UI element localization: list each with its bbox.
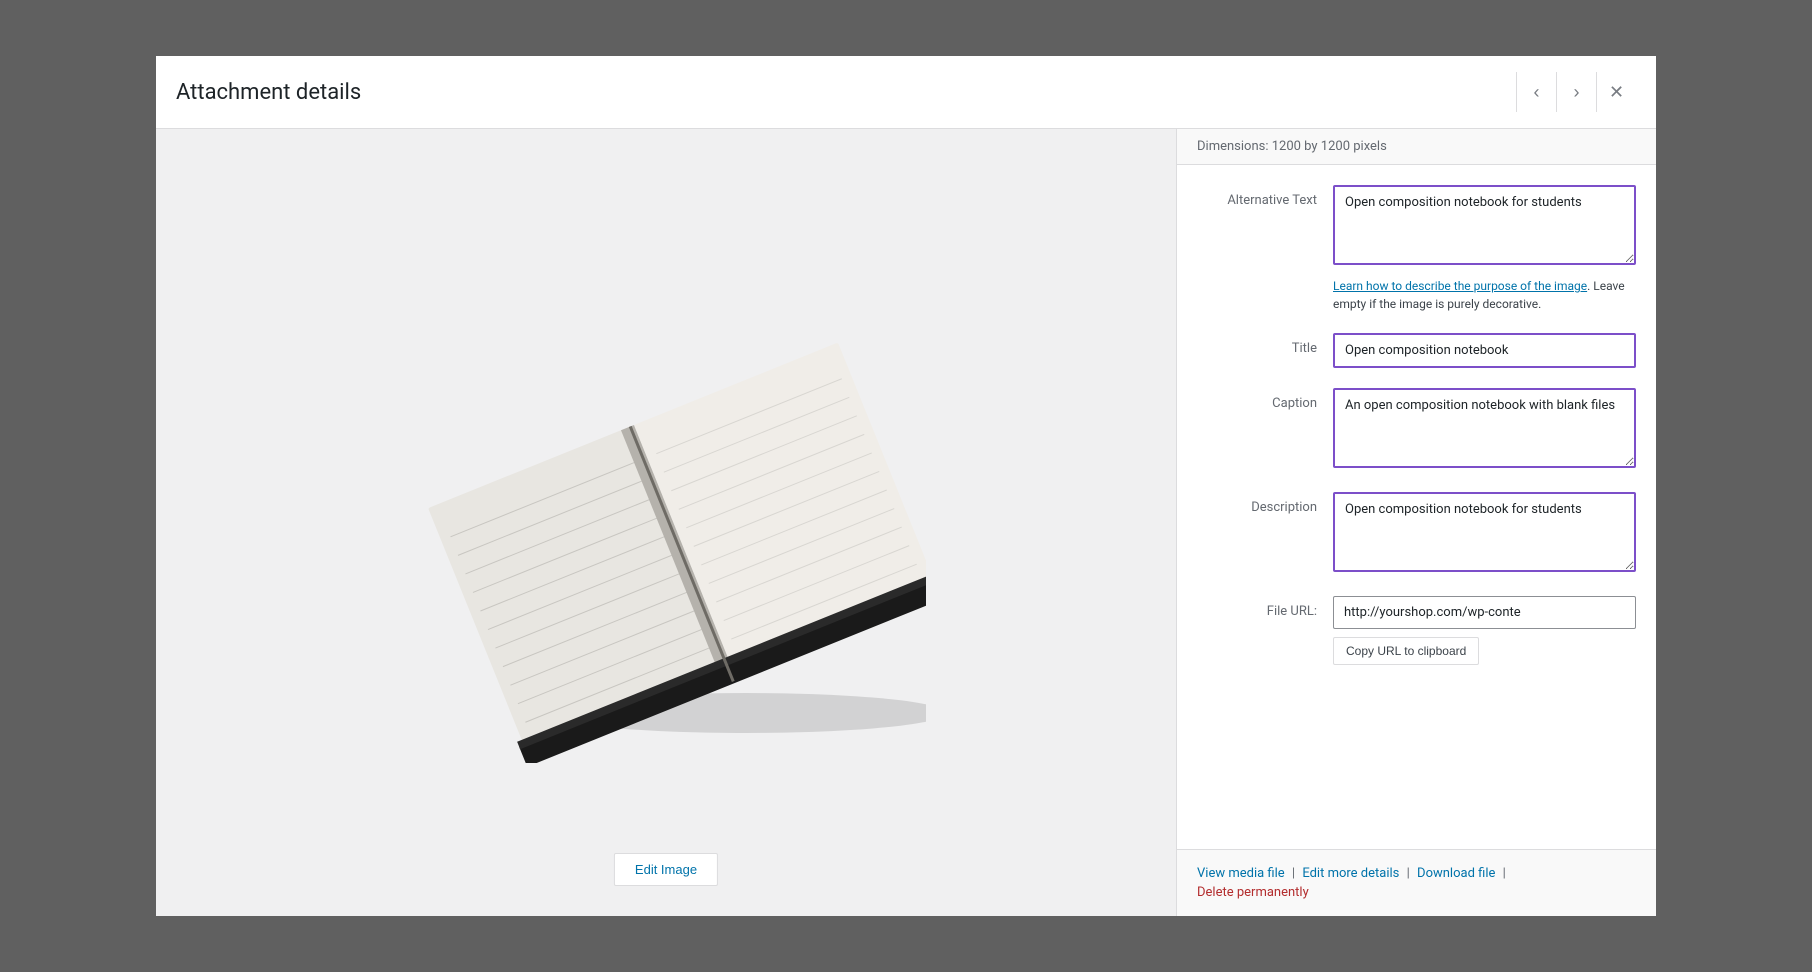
attachment-details-modal: Attachment details ‹ › ✕ (156, 56, 1656, 916)
title-row: Title (1197, 333, 1636, 368)
alt-text-help: Learn how to describe the purpose of the… (1333, 277, 1636, 313)
details-footer: View media file | Edit more details | Do… (1177, 849, 1656, 916)
alt-text-label: Alternative Text (1197, 185, 1317, 313)
alt-text-input[interactable]: Open composition notebook for students (1333, 185, 1636, 265)
image-panel: Edit Image (156, 129, 1176, 916)
dimensions-label: Dimensions: (1197, 139, 1269, 154)
next-button[interactable]: › (1556, 72, 1596, 112)
file-url-row: File URL: Copy URL to clipboard (1197, 596, 1636, 665)
caption-input[interactable]: An open composition notebook with blank … (1333, 388, 1636, 468)
edit-image-button[interactable]: Edit Image (614, 853, 718, 886)
dimensions-bar: Dimensions: 1200 by 1200 pixels (1177, 129, 1656, 165)
close-icon: ✕ (1609, 82, 1624, 103)
modal-body: Edit Image Dimensions: 1200 by 1200 pixe… (156, 129, 1656, 916)
title-input[interactable] (1333, 333, 1636, 368)
notebook-image (406, 283, 926, 763)
view-media-link[interactable]: View media file (1197, 866, 1285, 881)
description-label: Description (1197, 492, 1317, 576)
alt-text-help-link[interactable]: Learn how to describe the purpose of the… (1333, 279, 1587, 293)
notebook-svg (406, 283, 926, 763)
alt-text-field: Open composition notebook for students L… (1333, 185, 1636, 313)
alt-text-row: Alternative Text Open composition notebo… (1197, 185, 1636, 313)
separator-2: | (1407, 866, 1410, 881)
file-url-field: Copy URL to clipboard (1333, 596, 1636, 665)
description-row: Description Open composition notebook fo… (1197, 492, 1636, 576)
dimensions-value: 1200 by 1200 pixels (1272, 139, 1387, 154)
copy-url-button[interactable]: Copy URL to clipboard (1333, 637, 1479, 665)
separator-3: | (1503, 866, 1506, 881)
caption-field: An open composition notebook with blank … (1333, 388, 1636, 472)
delete-permanently-link[interactable]: Delete permanently (1197, 885, 1636, 900)
modal-overlay: Attachment details ‹ › ✕ (0, 0, 1812, 972)
modal-navigation: ‹ › ✕ (1516, 72, 1636, 112)
modal-title: Attachment details (176, 80, 361, 105)
details-panel: Dimensions: 1200 by 1200 pixels Alternat… (1176, 129, 1656, 916)
details-form: Alternative Text Open composition notebo… (1177, 165, 1656, 849)
prev-icon: ‹ (1534, 82, 1540, 103)
description-input[interactable]: Open composition notebook for students (1333, 492, 1636, 572)
download-file-link[interactable]: Download file (1417, 866, 1495, 881)
title-label: Title (1197, 333, 1317, 368)
modal-header: Attachment details ‹ › ✕ (156, 56, 1656, 129)
prev-button[interactable]: ‹ (1516, 72, 1556, 112)
title-field (1333, 333, 1636, 368)
file-url-input[interactable] (1333, 596, 1636, 629)
file-url-label: File URL: (1197, 596, 1317, 665)
next-icon: › (1574, 82, 1580, 103)
description-field: Open composition notebook for students (1333, 492, 1636, 576)
close-button[interactable]: ✕ (1596, 72, 1636, 112)
footer-links: View media file | Edit more details | Do… (1197, 866, 1636, 900)
caption-label: Caption (1197, 388, 1317, 472)
separator-1: | (1292, 866, 1295, 881)
edit-details-link[interactable]: Edit more details (1302, 866, 1399, 881)
caption-row: Caption An open composition notebook wit… (1197, 388, 1636, 472)
